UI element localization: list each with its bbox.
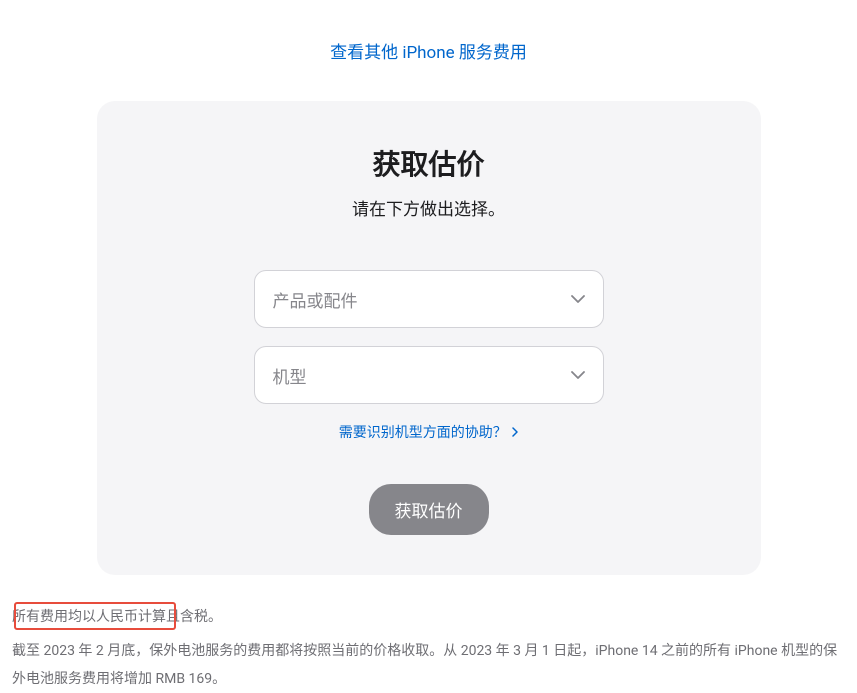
model-select-wrapper: 机型 [254, 346, 604, 404]
model-select-placeholder: 机型 [273, 363, 307, 388]
help-link-container: 需要识别机型方面的协助？ [137, 422, 721, 442]
footer-line-2: 截至 2023 年 2 月底，保外电池服务的费用都将按照当前的价格收取。从 20… [12, 637, 845, 693]
footer-text: 所有费用均以人民币计算且含税。 截至 2023 年 2 月底，保外电池服务的费用… [0, 603, 857, 693]
model-select[interactable]: 机型 [254, 346, 604, 404]
card-subtitle: 请在下方做出选择。 [137, 195, 721, 220]
help-link-label: 需要识别机型方面的协助？ [339, 425, 507, 441]
other-services-link[interactable]: 查看其他 iPhone 服务费用 [330, 43, 527, 63]
product-select[interactable]: 产品或配件 [254, 270, 604, 328]
chevron-down-icon [571, 295, 585, 303]
get-estimate-button[interactable]: 获取估价 [369, 484, 489, 535]
identify-model-help-link[interactable]: 需要识别机型方面的协助？ [339, 425, 518, 441]
chevron-right-icon [512, 425, 518, 441]
top-link-container: 查看其他 iPhone 服务费用 [0, 0, 857, 83]
chevron-down-icon [571, 371, 585, 379]
estimate-card: 获取估价 请在下方做出选择。 产品或配件 机型 需要识别机型方面的协助？ [97, 101, 761, 575]
footer-line-1: 所有费用均以人民币计算且含税。 [12, 603, 845, 631]
product-select-wrapper: 产品或配件 [254, 270, 604, 328]
card-title: 获取估价 [137, 143, 721, 183]
product-select-placeholder: 产品或配件 [273, 287, 358, 312]
